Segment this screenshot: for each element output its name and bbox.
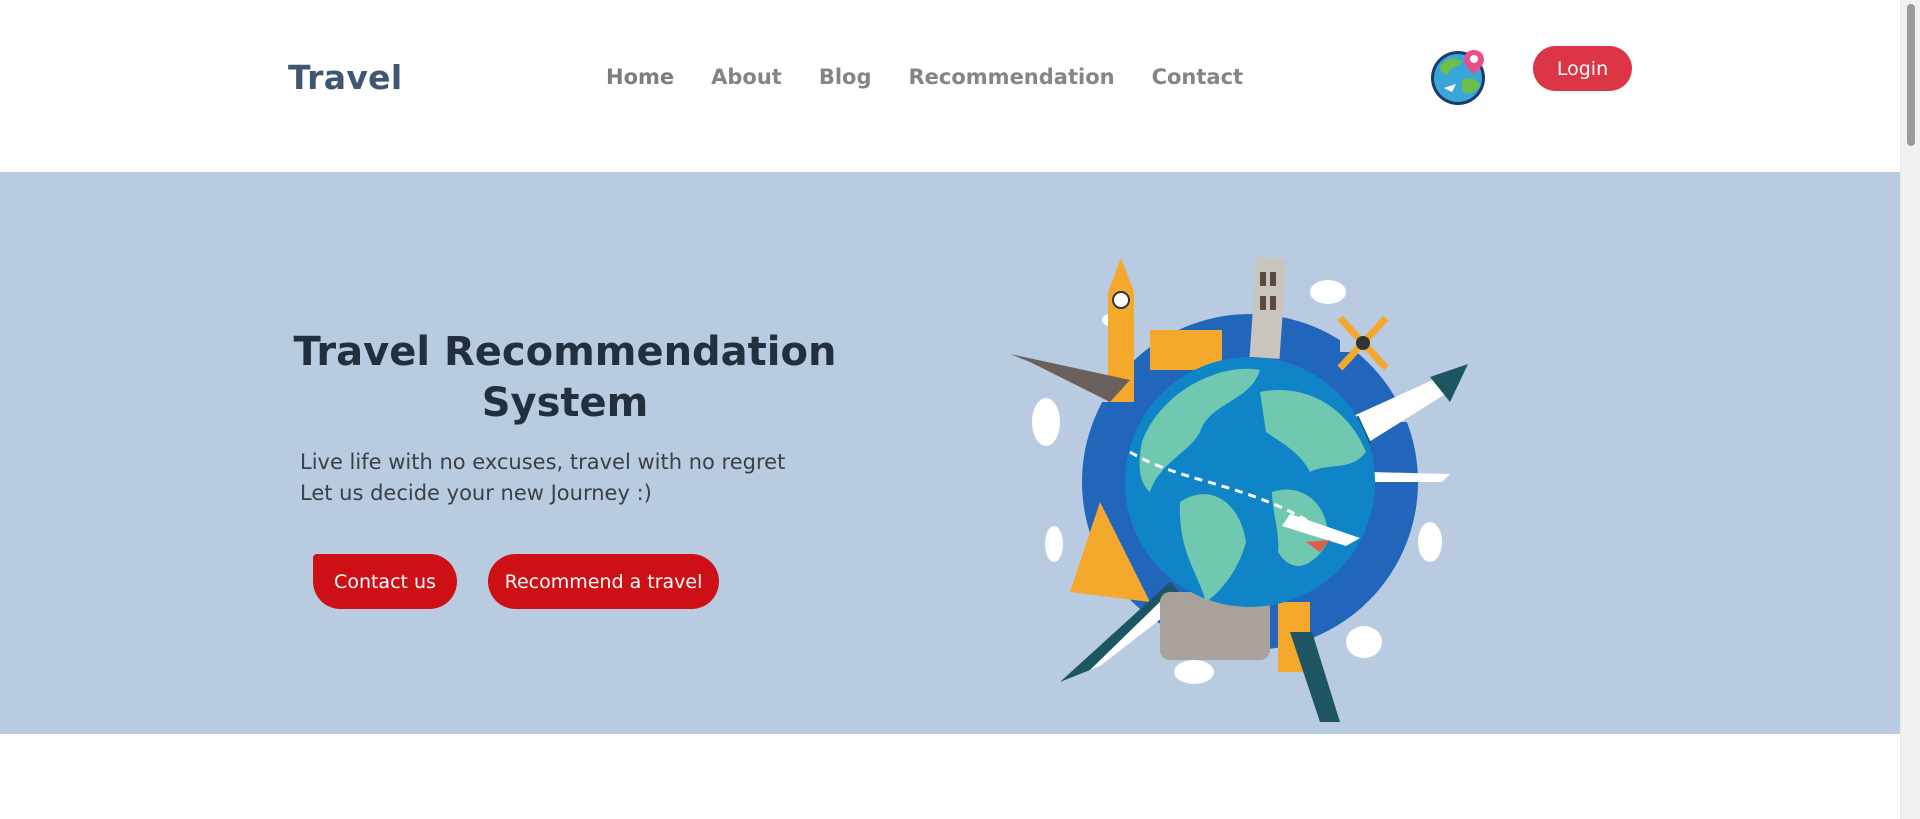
vertical-scrollbar[interactable] bbox=[1900, 0, 1920, 819]
login-button[interactable]: Login bbox=[1533, 46, 1632, 91]
globe-location-icon[interactable] bbox=[1428, 44, 1492, 108]
hero-subtitle: Live life with no excuses, travel with n… bbox=[300, 447, 785, 509]
nav-home-link[interactable]: Home bbox=[606, 65, 674, 89]
nav-recommendation-link[interactable]: Recommendation bbox=[909, 65, 1115, 89]
scrollbar-thumb[interactable] bbox=[1907, 4, 1915, 146]
contact-us-button[interactable]: Contact us bbox=[313, 554, 457, 609]
hero-title: Travel Recommendation System bbox=[293, 329, 837, 426]
hero-section: Travel Recommendation System Live life w… bbox=[0, 172, 1900, 734]
main-nav: Home About Blog Recommendation Contact bbox=[606, 65, 1280, 89]
earth bbox=[1125, 357, 1375, 607]
hero-subtitle-line-1: Live life with no excuses, travel with n… bbox=[300, 450, 786, 474]
windmill-hub bbox=[1356, 336, 1370, 350]
page: Travel Home About Blog Recommendation Co… bbox=[0, 0, 1920, 819]
nav-contact-link[interactable]: Contact bbox=[1152, 65, 1244, 89]
world-landmarks-illustration bbox=[1010, 257, 1468, 722]
nav-blog-link[interactable]: Blog bbox=[819, 65, 872, 89]
nav-about-link[interactable]: About bbox=[711, 65, 782, 89]
site-header: Travel Home About Blog Recommendation Co… bbox=[0, 0, 1900, 172]
recommend-travel-button[interactable]: Recommend a travel bbox=[488, 554, 719, 609]
plane-right bbox=[1370, 472, 1450, 482]
hero-subtitle-line-2: Let us decide your new Journey :) bbox=[300, 481, 652, 505]
brand-logo-text[interactable]: Travel bbox=[288, 58, 402, 97]
